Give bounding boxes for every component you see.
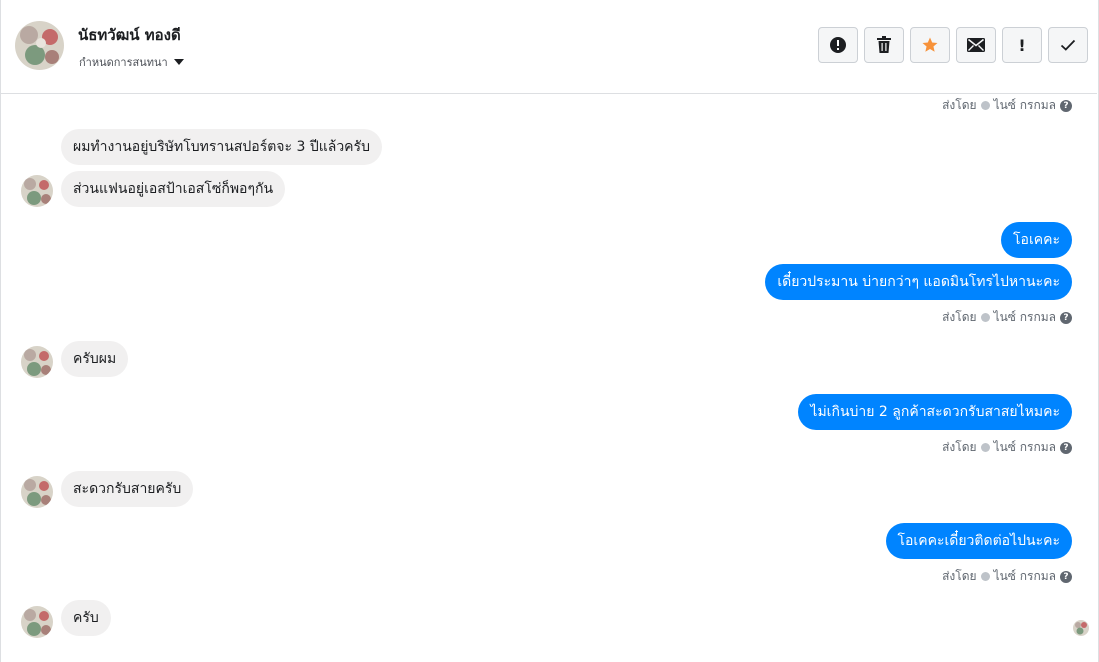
seen-avatar — [1073, 620, 1089, 636]
contact-avatar-small — [21, 346, 53, 378]
contact-avatar[interactable] — [15, 21, 64, 70]
assign-conversation-dropdown[interactable]: กำหนดการสนทนา — [79, 53, 184, 71]
help-icon[interactable]: ? — [1060, 570, 1072, 583]
caret-down-icon — [173, 59, 184, 65]
message-bubble-outgoing[interactable]: โอเคคะเดี๋ยวติดต่อไปนะคะ — [885, 523, 1072, 559]
check-circle-icon — [980, 443, 990, 452]
conversation-panel — [0, 0, 1099, 662]
message-bubble-incoming[interactable]: ครับ — [61, 600, 111, 636]
help-icon[interactable]: ? — [1060, 311, 1072, 324]
help-icon[interactable]: ? — [1060, 99, 1072, 112]
header-actions: ! — [818, 27, 1088, 63]
sent-by-meta: ส่งโดย ไนซ์ กรกมล ? — [942, 308, 1072, 327]
contact-avatar-small — [21, 175, 53, 207]
help-icon[interactable]: ? — [1060, 441, 1072, 454]
sent-by-meta: ส่งโดย ไนซ์ กรกมล ? — [942, 567, 1072, 586]
sent-by-meta: ส่งโดย ไนซ์ กรกมล ? — [942, 438, 1072, 457]
mark-unread-button[interactable] — [956, 27, 996, 63]
contact-name: นัธทวัฒน์ ทองดี — [78, 26, 181, 44]
envelope-icon — [967, 38, 985, 52]
star-button[interactable] — [910, 27, 950, 63]
check-icon — [1060, 39, 1076, 51]
message-bubble-outgoing[interactable]: เดี๋ยวประมาน บ่ายกว่าๆ แอดมินโทรไปหานะคะ — [765, 264, 1072, 300]
message-bubble-incoming[interactable]: ส่วนแฟนอยู่เอสป้าเอสโซ่ก็พอๆกัน — [61, 171, 286, 207]
message-bubble-incoming[interactable]: ครับผม — [61, 341, 129, 377]
star-icon — [922, 37, 938, 52]
message-bubble-outgoing[interactable]: โอเคคะ — [1001, 222, 1072, 258]
sent-by-meta: ส่งโดย ไนซ์ กรกมล ? — [942, 96, 1072, 115]
mark-done-button[interactable] — [1048, 27, 1088, 63]
message-bubble-outgoing[interactable]: ไม่เกินบ่าย 2 ลูกค้าสะดวกรับสาสยไหมคะ — [798, 394, 1072, 430]
contact-avatar-small — [21, 476, 53, 508]
conversation-header: นัธทวัฒน์ ทองดี กำหนดการสนทนา ! — [0, 0, 1097, 94]
trash-icon — [877, 36, 891, 53]
check-circle-icon — [980, 313, 990, 322]
delete-button[interactable] — [864, 27, 904, 63]
assign-label: กำหนดการสนทนา — [79, 56, 168, 69]
check-circle-icon — [980, 101, 990, 110]
contact-avatar-small — [21, 606, 53, 638]
message-bubble-incoming[interactable]: สะดวกรับสายครับ — [61, 471, 194, 507]
message-bubble-incoming[interactable]: ผมทำงานอยู่บริษัทโบทรานสปอร์ตจะ 3 ปีแล้ว… — [61, 129, 382, 165]
exclamation-icon: ! — [1018, 35, 1026, 55]
check-circle-icon — [980, 572, 990, 581]
mark-spam-button[interactable] — [818, 27, 858, 63]
follow-up-button[interactable]: ! — [1002, 27, 1042, 63]
alert-circle-icon — [830, 37, 846, 53]
